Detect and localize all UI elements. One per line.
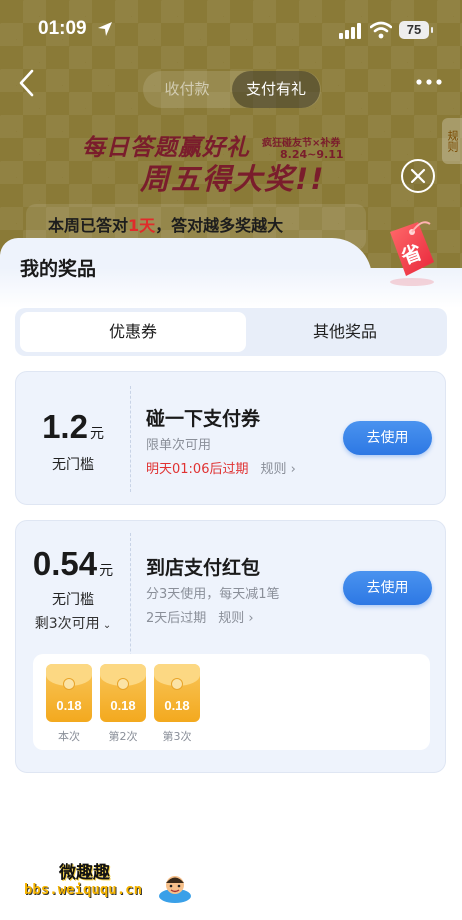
tab-pay-rewards[interactable]: 支付有礼 [232,71,320,108]
coupon-expiry: 明天01:06后过期 [146,462,249,477]
status-bar: 01:09 75 [0,0,462,58]
envelope-value: 0.18 [110,698,136,713]
tab-other-prizes[interactable]: 其他奖品 [247,312,443,352]
watermark-url: bbs.weiququ.cn [24,882,143,898]
top-segment-control: 收付款 支付有礼 [143,71,321,108]
coupon-amount-value: 1.2 [42,408,88,445]
use-coupon-button[interactable]: 去使用 [343,571,432,605]
mascot-icon [159,876,191,903]
coupon-amount: 1.2 元 [16,408,130,446]
coupon-rule-link[interactable]: 规则 › [260,462,295,477]
battery-indicator: 75 [399,21,433,39]
quiz-suffix: ，答对越多奖越大 [155,216,284,235]
coupon-condition: 无门槛 [52,457,94,473]
coupon-amount-unit: 元 [99,563,114,579]
coupon-expiry: 2天后过期 [146,611,207,626]
quiz-days: 1天 [128,216,156,235]
chevron-down-icon: ⌄ [99,620,112,631]
savings-tag-icon: 省 [390,221,434,286]
watermark-title: 微趣趣 [59,863,110,883]
back-arrow-icon[interactable] [14,66,42,100]
rule-label: 规则 [218,611,245,626]
coupon-amount-value: 0.54 [32,545,98,582]
coupon-amount: 0.54 元 [16,545,130,583]
envelope-seal [117,678,129,690]
card-divider [130,386,131,492]
rule-label: 规则 [260,462,287,477]
coupon-title: 到店支付红包 [146,557,261,579]
coupon-amount-unit: 元 [89,426,104,442]
red-envelope-panel: 0.18 本次 0.18 第2次 0.18 第3次 [33,654,430,750]
red-envelope-icon: 0.18 [154,664,200,722]
banner-badge: 疯狂碰友节×补券 [262,138,341,149]
coupon-title: 碰一下支付券 [146,408,261,430]
envelope-label: 第3次 [162,730,192,743]
tab-coupons[interactable]: 优惠券 [20,312,246,352]
status-time: 01:09 [38,18,87,39]
signal-icon [339,23,361,39]
remaining-uses-toggle[interactable]: 剩3次可用 ⌄ [16,613,130,633]
remaining-uses: 剩3次可用 [34,616,100,632]
envelope-seal [171,678,183,690]
tab-receive-pay[interactable]: 收付款 [143,71,231,108]
coupon-card: 0.54 元 无门槛 剩3次可用 ⌄ 到店支付红包 分3天使用，每天减1笔 2天后… [15,520,446,773]
quiz-prefix: 本周已答对 [48,216,129,235]
close-icon[interactable] [400,158,436,194]
envelope-value: 0.18 [56,698,82,713]
more-options-icon[interactable] [412,72,446,92]
location-arrow-icon [98,22,112,36]
wifi-icon [370,21,392,39]
envelope-value: 0.18 [164,698,190,713]
coupon-expiry-row: 2天后过期 规则 › [146,607,254,626]
rules-side-tab[interactable]: 规则 [442,118,462,164]
coupon-card: 1.2 元 无门槛 碰一下支付券 限单次可用 明天01:06后过期 规则 › 去使用 [15,371,446,505]
envelope-seal [63,678,75,690]
use-coupon-button[interactable]: 去使用 [343,421,432,455]
coupon-subtitle: 分3天使用，每天减1笔 [146,587,280,602]
coupon-rule-link[interactable]: 规则 › [218,611,253,626]
red-envelope-icon: 0.18 [46,664,92,722]
coupon-subtitle: 限单次可用 [146,438,212,453]
watermark-logo: 微趣趣 bbs.weiququ.cn [24,858,224,908]
banner-subtitle: 周五得大奖!! [140,162,326,196]
red-envelope-icon: 0.18 [100,664,146,722]
envelope-label: 本次 [58,730,80,743]
prize-tabs: 优惠券 其他奖品 [15,308,447,356]
coupon-condition: 无门槛 [52,592,94,608]
sheet-title: 我的奖品 [20,258,97,280]
coupon-expiry-row: 明天01:06后过期 规则 › [146,458,296,477]
envelope-label: 第2次 [108,730,138,743]
